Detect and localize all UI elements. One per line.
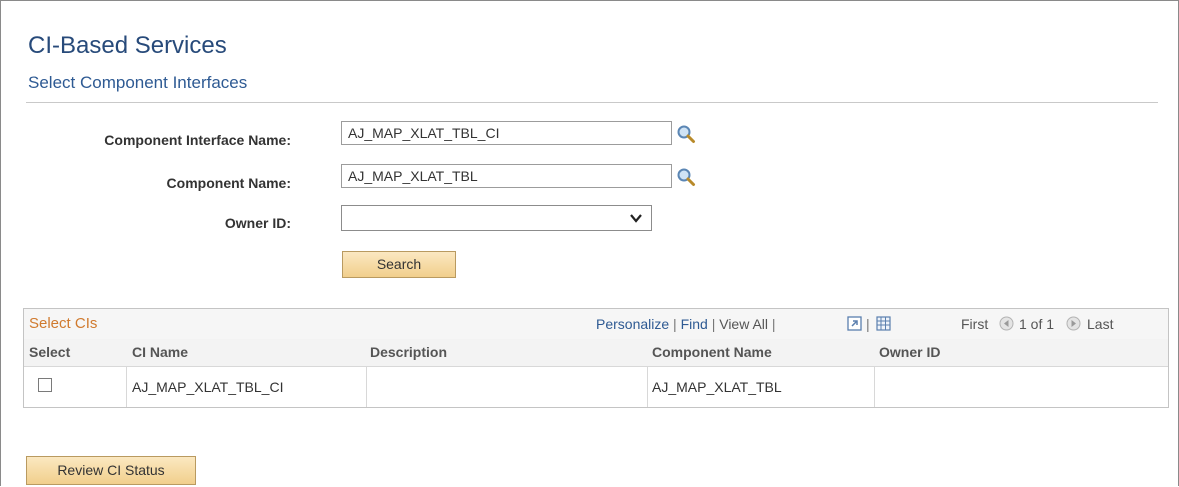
next-arrow-icon[interactable] (1066, 316, 1081, 331)
find-link[interactable]: Find (681, 316, 708, 332)
owner-id-select[interactable] (341, 205, 652, 231)
personalize-link[interactable]: Personalize (596, 316, 669, 332)
nav-separator: | (866, 316, 870, 332)
column-header-component-name: Component Name (652, 344, 772, 360)
cell-ci-name: AJ_MAP_XLAT_TBL_CI (132, 379, 284, 395)
view-all-link[interactable]: View All (719, 316, 768, 332)
first-label: First (961, 316, 989, 332)
page-range: 1 of 1 (1019, 316, 1055, 332)
cell-divider (126, 367, 127, 407)
select-cis-grid: Select CIs Personalize | Find | View All… (23, 308, 1169, 408)
previous-arrow-icon[interactable] (999, 316, 1014, 331)
component-name-input[interactable] (341, 164, 672, 188)
page-subtitle: Select Component Interfaces (28, 73, 248, 92)
review-ci-status-button[interactable]: Review CI Status (26, 456, 196, 485)
grid-nav-links: Personalize | Find | View All | (596, 316, 776, 332)
component-name-lookup-icon[interactable] (676, 167, 696, 187)
grid-header-bar: Select CIs Personalize | Find | View All… (24, 309, 1168, 340)
component-name-label: Component Name: (166, 175, 291, 191)
cell-divider (647, 367, 648, 407)
select-checkbox[interactable] (38, 378, 52, 392)
column-header-select: Select (29, 344, 71, 360)
table-row: AJ_MAP_XLAT_TBL_CI AJ_MAP_XLAT_TBL (24, 367, 1168, 407)
search-button[interactable]: Search (342, 251, 456, 278)
grid-title: Select CIs (29, 315, 98, 332)
page-title: CI-Based Services (28, 32, 227, 59)
title-divider (26, 102, 1158, 103)
column-header-ci-name: CI Name (132, 344, 189, 360)
spreadsheet-icon[interactable] (876, 316, 891, 331)
ci-name-label: Component Interface Name: (104, 132, 291, 148)
column-header-owner-id: Owner ID (879, 344, 941, 360)
cell-divider (366, 367, 367, 407)
zoom-icon[interactable] (847, 316, 862, 331)
cell-component-name: AJ_MAP_XLAT_TBL (652, 379, 782, 395)
cell-divider (874, 367, 875, 407)
nav-separator: | (673, 316, 677, 332)
ci-name-lookup-icon[interactable] (676, 124, 696, 144)
last-label: Last (1087, 316, 1114, 332)
chevron-down-icon (630, 214, 642, 223)
ci-name-input[interactable] (341, 121, 672, 145)
owner-id-label: Owner ID: (224, 215, 291, 231)
column-header-description: Description (370, 344, 448, 360)
nav-separator: | (771, 316, 776, 332)
column-header-row: Select CI Name Description Component Nam… (24, 339, 1168, 367)
nav-separator: | (711, 316, 716, 332)
